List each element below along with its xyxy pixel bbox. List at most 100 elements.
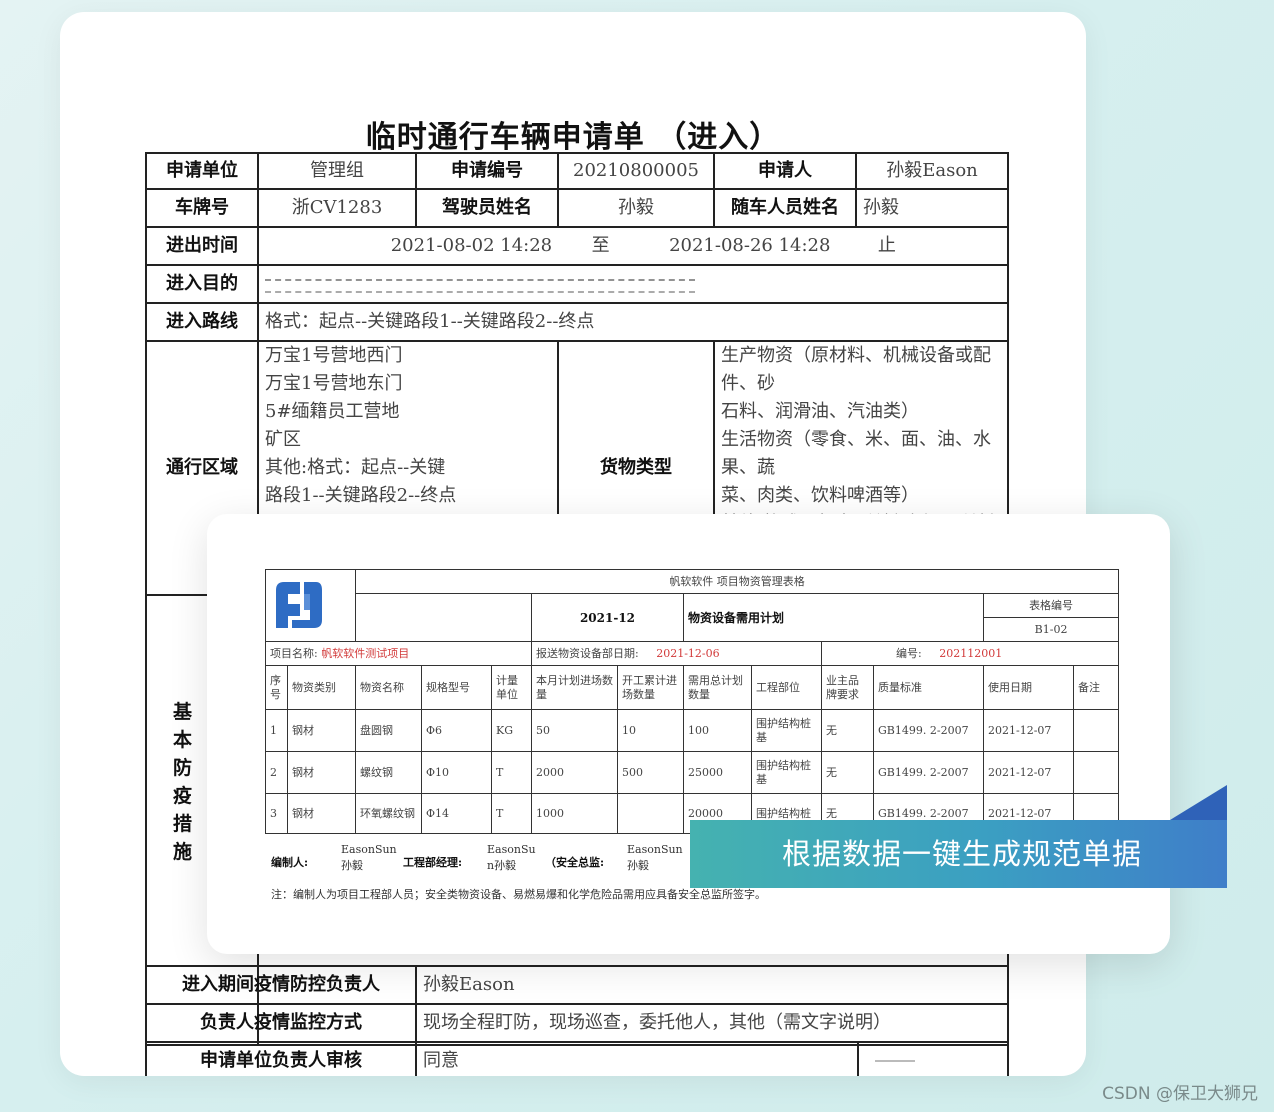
- plate-label: 车牌号: [145, 188, 259, 228]
- purpose-label: 进入目的: [145, 264, 259, 304]
- route-value: 格式：起点--关键路段1--关键路段2--终点: [257, 302, 1009, 342]
- cell-category: 钢材: [287, 709, 356, 752]
- header-cell: 开工累计进场数量: [617, 665, 684, 710]
- manager-value: EasonSu n孙毅: [487, 843, 536, 872]
- monitor-label: 负责人疫情监控方式: [145, 1003, 417, 1043]
- applicant-label: 申请人: [713, 152, 857, 190]
- driver-value: 孙毅: [557, 188, 715, 228]
- purpose-scribble: [265, 279, 695, 293]
- header-cell: 工程部位: [751, 665, 822, 710]
- review-value: 同意: [415, 1041, 859, 1076]
- safety-value: EasonSun 孙毅: [627, 843, 683, 872]
- date-row: 报送物资设备部日期: 2021-12-06: [531, 641, 822, 666]
- maker-value: EasonSun 孙毅: [341, 843, 397, 872]
- companion-label: 随车人员姓名: [713, 188, 857, 228]
- time-range: 2021-08-02 14:28 至 2021-08-26 14:28 止: [257, 226, 1009, 266]
- monitor-value: 现场全程盯防，现场巡查，委托他人，其他（需文字说明）: [414, 1003, 1010, 1043]
- driver-label: 驾驶员姓名: [415, 188, 559, 228]
- responsibility-table: 进入期间疫情防控负责人 孙毅Eason 负责人疫情监控方式 现场全程盯防，现场巡…: [145, 965, 1010, 1076]
- project-row: 项目名称: 帆软软件测试项目: [265, 641, 532, 666]
- material-plan-card: 帆软软件 项目物资管理表格 2021-12 物资设备需用计划 表格编号 B1-0…: [207, 514, 1170, 954]
- cell-no: 3: [265, 793, 288, 834]
- cell-no: 1: [265, 709, 288, 752]
- project-label: 项目名称:: [270, 646, 318, 660]
- cell-total-qty: 25000: [683, 751, 752, 794]
- cell-location: 围护结构桩基: [751, 709, 822, 752]
- cell-remark: [1072, 751, 1120, 794]
- fanruan-logo-icon: [276, 581, 322, 628]
- time-to: 至: [591, 235, 610, 256]
- cell-standard: GB1499. 2-2007: [873, 709, 984, 752]
- time-stop: 止: [877, 235, 896, 256]
- project-value: 帆软软件测试项目: [321, 646, 410, 660]
- companion-value: 孙毅: [855, 188, 1009, 228]
- time-label: 进出时间: [145, 226, 259, 266]
- safety-label: （安全总监:: [545, 856, 605, 869]
- signature-mark: [875, 1060, 915, 1062]
- cell-standard: GB1499. 2-2007: [873, 751, 984, 794]
- table-row: 2 钢材 螺纹钢 Φ10 T 2000 500 25000 围护结构桩基 无 G…: [265, 751, 1120, 794]
- date-label: 报送物资设备部日期:: [536, 646, 639, 660]
- banner-fold: [1170, 785, 1227, 820]
- cell-name: 螺纹钢: [355, 751, 422, 794]
- cell-remark: [1072, 709, 1120, 752]
- manager-label: 工程部经理:: [403, 856, 463, 869]
- maker-label: 编制人:: [271, 856, 309, 869]
- csdn-watermark: CSDN @保卫大狮兄: [1102, 1084, 1258, 1104]
- no-value: 20210800005: [557, 152, 715, 190]
- cell-name: 盘圆钢: [355, 709, 422, 752]
- plate-value: 浙CV1283: [257, 188, 417, 228]
- cell-name: 环氧螺纹钢: [355, 793, 422, 834]
- cell-cumulative-qty: 10: [617, 709, 684, 752]
- header-cell: 规格型号: [421, 665, 492, 710]
- purpose-value: [257, 264, 1009, 304]
- cell-date: 2021-12-07: [983, 751, 1074, 794]
- form-no-label: 表格编号: [982, 593, 1120, 618]
- blank-cell: [355, 593, 532, 642]
- logo-cell: [265, 569, 356, 642]
- time-end: 2021-08-26 14:28: [669, 235, 831, 256]
- no-label: 申请编号: [415, 152, 559, 190]
- header-cell: 业主品牌要求: [821, 665, 874, 710]
- number-label: 编号:: [896, 646, 922, 660]
- cell-spec: Φ14: [421, 793, 492, 834]
- cell-month-qty: 50: [531, 709, 618, 752]
- cell-brand: 无: [821, 709, 874, 752]
- cell-category: 钢材: [287, 751, 356, 794]
- cell-unit: T: [491, 793, 532, 834]
- review-label: 申请单位负责人审核: [145, 1041, 417, 1076]
- cell-month-qty: 1000: [531, 793, 618, 834]
- plan-header-row: 序号 物资类别 物资名称 规格型号 计量单位 本月计划进场数量 开工累计进场数量…: [265, 665, 1120, 710]
- header-cell: 需用总计划数量: [683, 665, 752, 710]
- cell-month-qty: 2000: [531, 751, 618, 794]
- header-cell: 质量标准: [873, 665, 984, 710]
- header-cell: 本月计划进场数量: [531, 665, 618, 710]
- epi-label: 进入期间疫情防控负责人: [145, 965, 417, 1005]
- cell-brand: 无: [821, 751, 874, 794]
- cell-cumulative-qty: 500: [617, 751, 684, 794]
- review-signature: [856, 1041, 1010, 1076]
- cell-total-qty: 100: [683, 709, 752, 752]
- number-value: 202112001: [939, 646, 1003, 660]
- plan-note: 注：编制人为项目工程部人员；安全类物资设备、易燃易爆和化学危险品需用应具备安全总…: [271, 888, 766, 901]
- cell-date: 2021-12-07: [983, 709, 1074, 752]
- cell-spec: Φ10: [421, 751, 492, 794]
- plan-period: 2021-12: [531, 593, 684, 642]
- cell-category: 钢材: [287, 793, 356, 834]
- cell-no: 2: [265, 751, 288, 794]
- applicant-value: 孙毅Eason: [855, 152, 1009, 190]
- cell-spec: Φ6: [421, 709, 492, 752]
- header-cell: 物资名称: [355, 665, 422, 710]
- number-row: 编号: 202112001: [820, 641, 1120, 666]
- plan-title: 物资设备需用计划: [683, 593, 984, 642]
- epi-value: 孙毅Eason: [414, 965, 1010, 1005]
- route-label: 进入路线: [145, 302, 259, 342]
- header-cell: 备注: [1072, 665, 1120, 710]
- cell-cumulative-qty: [617, 793, 684, 834]
- table-row: 1 钢材 盘圆钢 Φ6 KG 50 10 100 围护结构桩基 无 GB1499…: [265, 709, 1120, 752]
- unit-label: 申请单位: [145, 152, 259, 190]
- form-no-value: B1-02: [982, 617, 1120, 642]
- header-cell: 计量单位: [491, 665, 532, 710]
- header-cell: 使用日期: [983, 665, 1074, 710]
- material-plan-table: 帆软软件 项目物资管理表格 2021-12 物资设备需用计划 表格编号 B1-0…: [265, 569, 1120, 834]
